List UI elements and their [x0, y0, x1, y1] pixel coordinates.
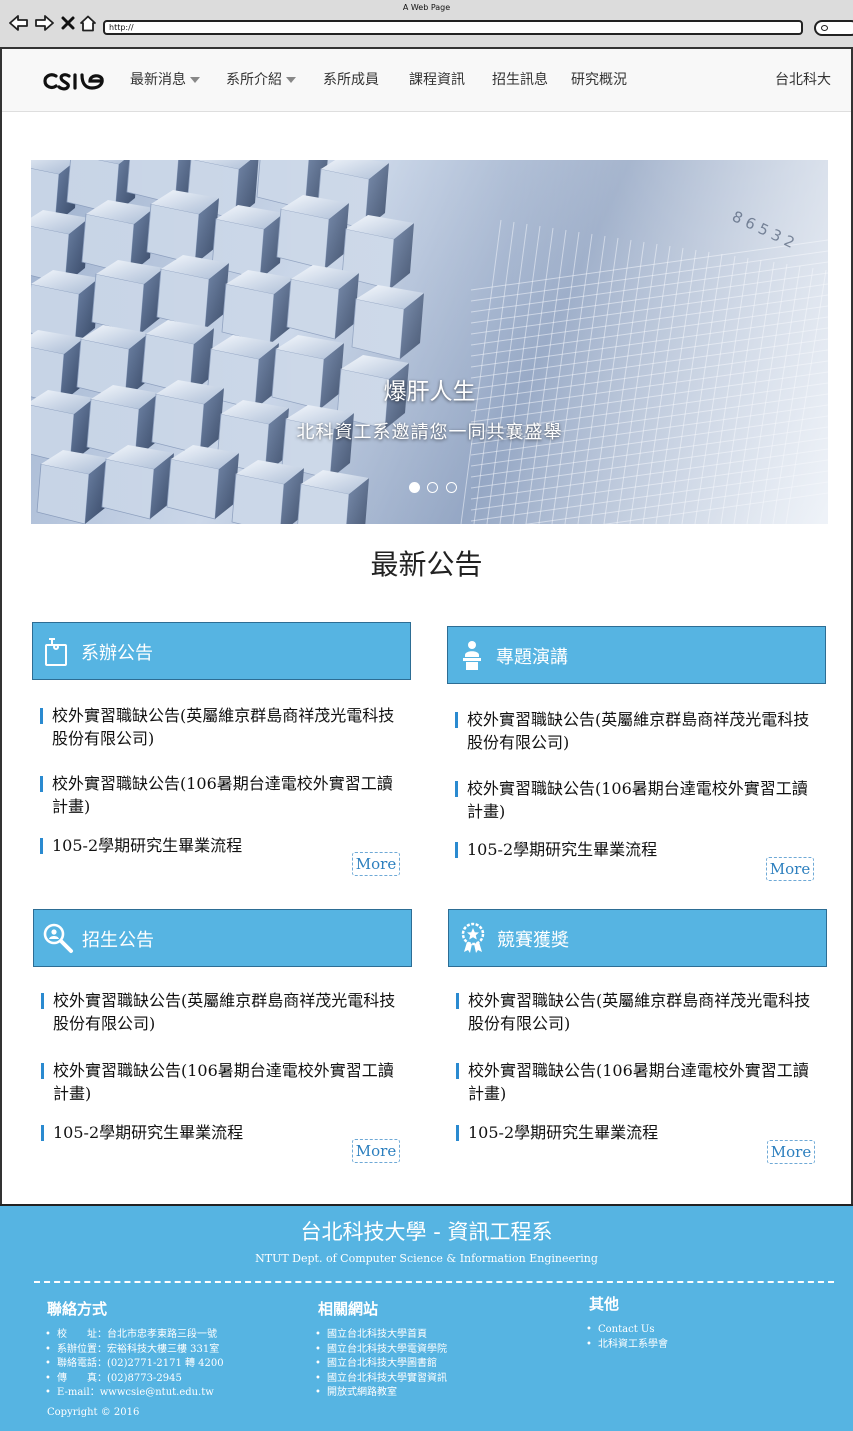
panel-department-news: 系辦公告 校外實習職缺公告(英屬維京群島商祥茂光電科技股份有限公司) 校外實習職…: [32, 622, 411, 882]
hero-carousel[interactable]: 8 6 5 3 2 爆肝人生 北科資工系邀請您一同共襄盛舉: [31, 160, 828, 524]
carousel-indicator-1[interactable]: [409, 482, 420, 493]
footer-link[interactable]: 開放式網路教室: [315, 1386, 447, 1401]
site-navbar: 最新消息 系所介紹 系所成員 課程資訊 招生訊息 研究概況 台北科大: [2, 49, 851, 112]
nav-ntut-link[interactable]: 台北科大: [775, 69, 831, 89]
news-item[interactable]: 校外實習職缺公告(106暑期台達電校外實習工讀計畫): [456, 1059, 816, 1105]
search-person-icon: [43, 923, 73, 953]
news-item[interactable]: 校外實習職缺公告(英屬維京群島商祥茂光電科技股份有限公司): [455, 708, 815, 754]
nav-latest-news[interactable]: 最新消息: [130, 69, 200, 89]
footer-links-list: 國立台北科技大學首頁 國立台北科技大學電資學院 國立台北科技大學圖書館 國立台北…: [315, 1328, 447, 1401]
nav-latest-news-label: 最新消息: [130, 72, 186, 88]
window-title: A Web Page: [402, 3, 451, 12]
news-item[interactable]: 校外實習職缺公告(106暑期台達電校外實習工讀計畫): [40, 772, 400, 818]
copyright-text: Copyright © 2016: [47, 1407, 140, 1418]
back-arrow-icon[interactable]: [9, 12, 29, 34]
footer-subtitle: NTUT Dept. of Computer Science & Informa…: [255, 1252, 598, 1265]
chevron-down-icon: [190, 77, 200, 83]
nav-courses[interactable]: 課程資訊: [409, 69, 465, 89]
more-button[interactable]: More: [352, 852, 400, 876]
nav-admissions[interactable]: 招生訊息: [492, 69, 548, 89]
more-button[interactable]: More: [767, 1140, 815, 1164]
contact-office: 系辦位置：宏裕科技大樓三樓 331室: [45, 1343, 224, 1358]
news-item[interactable]: 105-2學期研究生畢業流程: [41, 1121, 401, 1144]
footer-link[interactable]: 國立台北科技大學實習資訊: [315, 1372, 447, 1387]
footer-contact-us-link[interactable]: Contact Us: [586, 1323, 668, 1338]
chevron-down-icon: [286, 77, 296, 83]
contact-fax: 傳 真：(02)8773-2945: [45, 1372, 224, 1387]
news-item[interactable]: 校外實習職缺公告(英屬維京群島商祥茂光電科技股份有限公司): [40, 704, 400, 750]
footer-link[interactable]: 國立台北科技大學圖書館: [315, 1357, 447, 1372]
url-input[interactable]: http://: [103, 20, 803, 35]
panel-title: 招生公告: [82, 930, 154, 951]
panel-header[interactable]: 專題演講: [447, 626, 826, 684]
panel-header[interactable]: 系辦公告: [32, 622, 411, 680]
contact-address: 校 址：台北市忠孝東路三段一號: [45, 1328, 224, 1343]
carousel-indicator-2[interactable]: [427, 482, 438, 493]
more-button[interactable]: More: [766, 857, 814, 881]
contact-phone: 聯絡電話：(02)2771-2171 轉 4200: [45, 1357, 224, 1372]
footer-other-title: 其他: [589, 1295, 620, 1313]
stop-x-icon[interactable]: [58, 12, 78, 34]
panel-seminars: 專題演講 校外實習職缺公告(英屬維京群島商祥茂光電科技股份有限公司) 校外實習職…: [447, 626, 826, 886]
footer-links-title: 相關網站: [318, 1300, 379, 1318]
panel-header[interactable]: 競賽獲獎: [448, 909, 827, 967]
footer-other-list: Contact Us 北科資工系學會: [586, 1323, 668, 1352]
hero-title: 爆肝人生: [383, 379, 476, 405]
panel-title: 專題演講: [496, 647, 568, 668]
hero-subtitle: 北科資工系邀請您一同共襄盛舉: [296, 422, 563, 443]
footer-link[interactable]: 國立台北科技大學首頁: [315, 1328, 447, 1343]
nav-department-intro[interactable]: 系所介紹: [226, 69, 296, 89]
news-section-heading: 最新公告: [370, 548, 483, 581]
footer-student-association-link[interactable]: 北科資工系學會: [586, 1338, 668, 1353]
footer-divider: [34, 1281, 834, 1283]
footer-contact-list: 校 址：台北市忠孝東路三段一號 系辦位置：宏裕科技大樓三樓 331室 聯絡電話：…: [45, 1328, 224, 1401]
news-item[interactable]: 校外實習職缺公告(106暑期台達電校外實習工讀計畫): [41, 1059, 401, 1105]
footer-title: 台北科技大學 - 資訊工程系: [300, 1220, 553, 1244]
browser-search-field[interactable]: [814, 20, 853, 36]
carousel-indicator-3[interactable]: [446, 482, 457, 493]
footer-link[interactable]: 國立台北科技大學電資學院: [315, 1343, 447, 1358]
news-item[interactable]: 105-2學期研究生畢業流程: [456, 1121, 816, 1144]
news-item[interactable]: 105-2學期研究生畢業流程: [455, 838, 815, 861]
speaker-podium-icon: [463, 641, 481, 670]
news-item[interactable]: 校外實習職缺公告(英屬維京群島商祥茂光電科技股份有限公司): [456, 989, 816, 1035]
news-item[interactable]: 校外實習職缺公告(英屬維京群島商祥茂光電科技股份有限公司): [41, 989, 401, 1035]
contact-email[interactable]: E-mail：wwwcsie@ntut.edu.tw: [45, 1386, 224, 1401]
nav-members[interactable]: 系所成員: [323, 69, 379, 89]
search-icon: [821, 25, 828, 31]
browser-chrome: A Web Page http://: [0, 0, 853, 49]
news-item[interactable]: 校外實習職缺公告(106暑期台達電校外實習工讀計畫): [455, 777, 815, 823]
home-icon[interactable]: [78, 12, 98, 34]
panel-competitions: 競賽獲獎 校外實習職缺公告(英屬維京群島商祥茂光電科技股份有限公司) 校外實習職…: [448, 909, 827, 1169]
panel-admissions: 招生公告 校外實習職缺公告(英屬維京群島商祥茂光電科技股份有限公司) 校外實習職…: [33, 909, 412, 1169]
panel-title: 系辦公告: [81, 643, 153, 664]
csie-logo[interactable]: [42, 68, 106, 98]
site-footer: 台北科技大學 - 資訊工程系 NTUT Dept. of Computer Sc…: [0, 1204, 853, 1431]
award-ribbon-icon: [461, 922, 485, 953]
nav-department-intro-label: 系所介紹: [226, 72, 282, 88]
more-button[interactable]: More: [352, 1139, 400, 1163]
hero-background-image: 8 6 5 3 2: [31, 160, 828, 524]
clipboard-icon: [45, 638, 67, 666]
panel-header[interactable]: 招生公告: [33, 909, 412, 967]
footer-contact-title: 聯絡方式: [47, 1300, 108, 1318]
forward-arrow-icon[interactable]: [34, 12, 54, 34]
news-item[interactable]: 105-2學期研究生畢業流程: [40, 834, 400, 857]
nav-research[interactable]: 研究概況: [571, 69, 627, 89]
panel-title: 競賽獲獎: [497, 930, 569, 951]
csie-logo-mark: [43, 73, 104, 91]
